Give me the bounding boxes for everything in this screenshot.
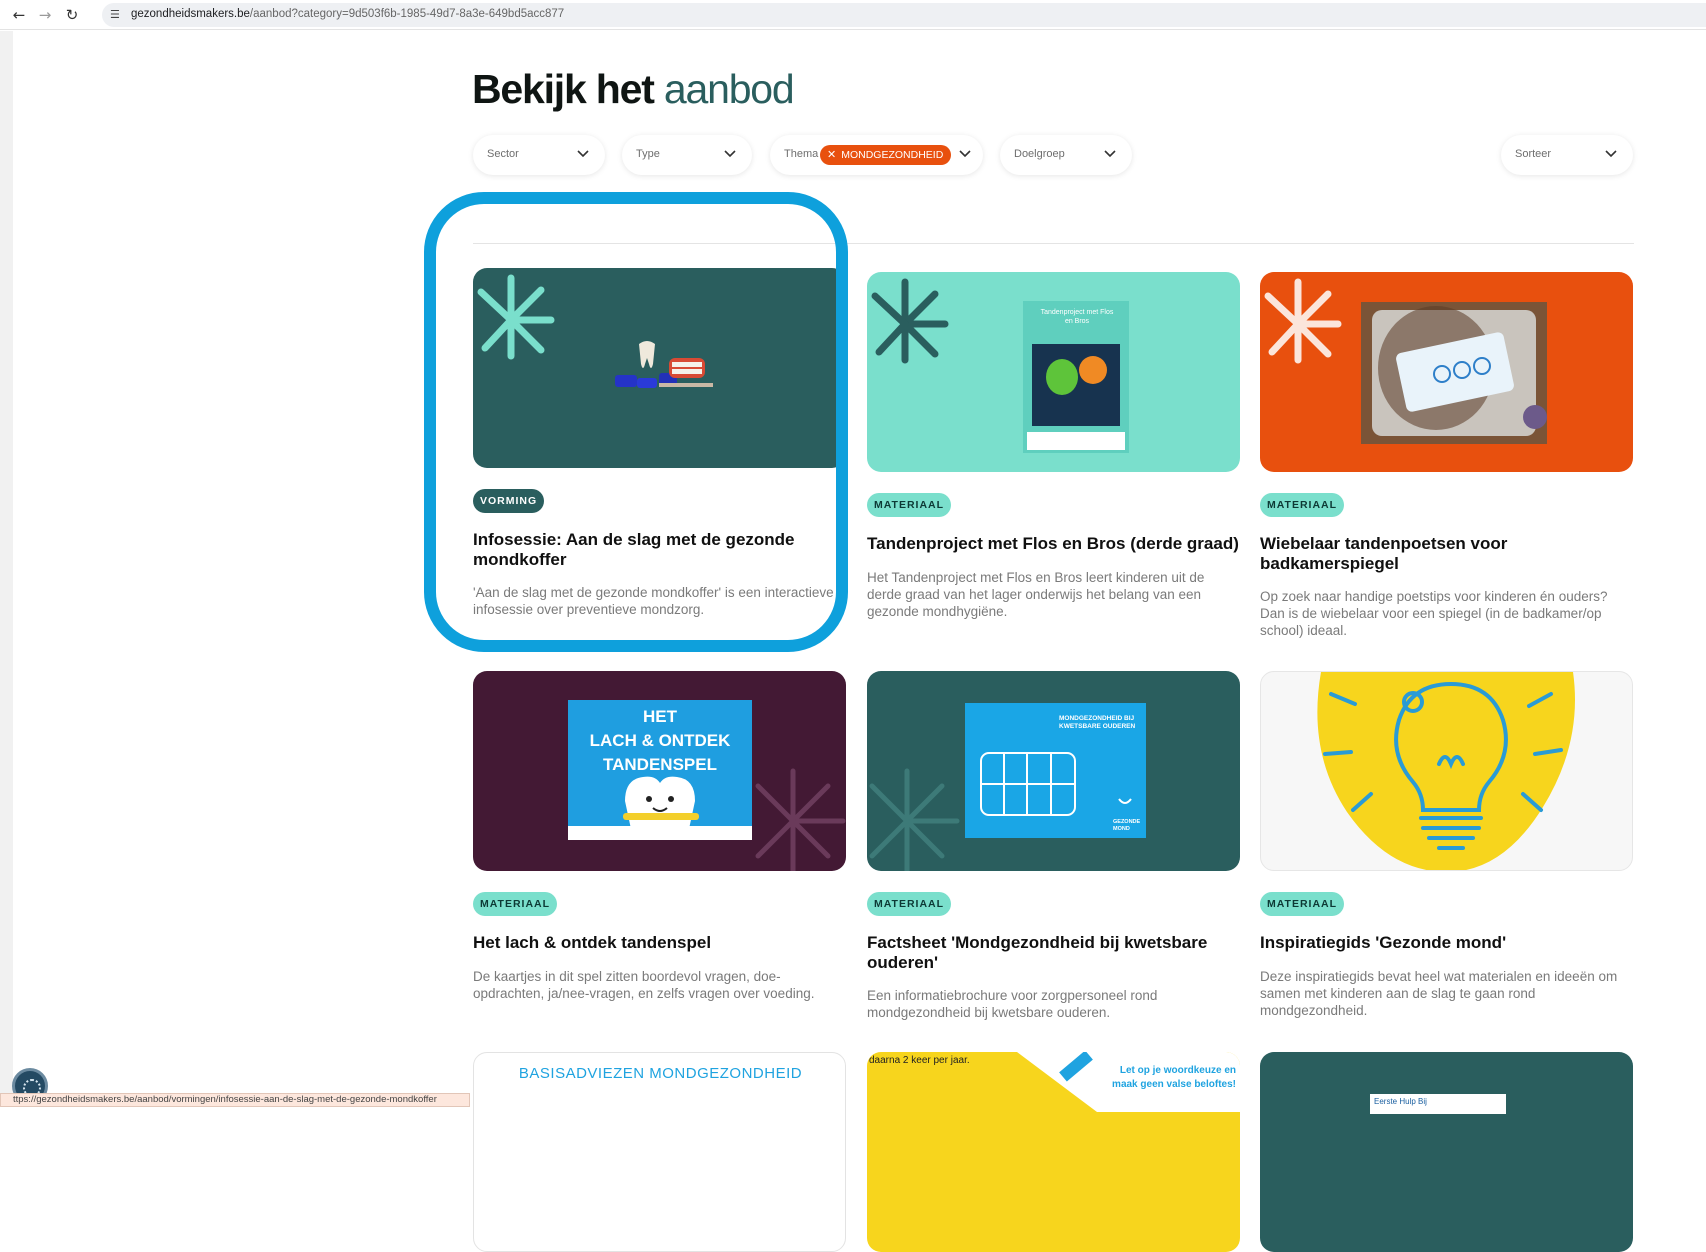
poster-text: Eerste Hulp Bij [1370,1094,1506,1114]
url-host: gezondheidsmakers.be [131,8,250,20]
poster-title: MONDGEZONDHEID BIJ KWETSBARE OUDEREN [1059,715,1136,730]
poster-line: Let op je woordkeuze en [1119,1065,1236,1076]
category-badge: MATERIAAL [867,493,952,517]
chevron-down-icon [959,150,971,158]
forward-arrow-icon[interactable]: → [35,5,55,25]
poster-title: BASISADVIEZEN MONDGEZONDHEID [518,1065,803,1082]
card-image [473,268,846,468]
status-bar-url: ttps://gezondheidsmakers.be/aanbod/vormi… [0,1093,470,1107]
category-badge: MATERIAAL [867,892,952,916]
title-accent: aanbod [663,66,795,112]
poster-text: daarna 2 keer per jaar. [869,1055,970,1066]
left-gutter [0,31,13,1107]
title-main: Bekijk het [472,66,664,112]
poster-line: maak geen valse beloftes! [1112,1079,1236,1090]
chevron-down-icon [1104,150,1116,158]
card-image: HET LACH & ONTDEK TANDENSPEL [473,671,846,871]
filter-sector-label: Sector [487,148,519,160]
card-title[interactable]: Wiebelaar tandenpoetsen voor badkamerspi… [1260,534,1633,574]
chevron-down-icon [724,150,736,158]
poster-text-right: Let op je woordkeuze en maak geen valse … [1112,1064,1236,1092]
card-image: Eerste Hulp Bij [1260,1052,1633,1252]
card-image: daarna 2 keer per jaar. Let op je woordk… [867,1052,1240,1252]
filter-type[interactable]: Type [622,135,752,175]
url-path: /aanbod?category=9d503f6b-1985-49d7-8a3e… [249,8,565,20]
sort-dropdown[interactable]: Sorteer [1501,135,1633,175]
page-title: Bekijk het aanbod [472,66,795,113]
divider [473,243,1634,244]
site-settings-icon[interactable]: ☰ [110,8,120,21]
card-description: Het Tandenproject met Flos en Bros leert… [867,570,1205,619]
card-title[interactable]: Infosessie: Aan de slag met de gezonde m… [473,530,846,570]
card-description: Op zoek naar handige poetstips voor kind… [1260,589,1608,638]
filter-sector[interactable]: Sector [473,135,605,175]
card-image: MONDGEZONDHEID BIJ KWETSBARE OUDEREN GEZ… [867,671,1240,871]
card-title[interactable]: Factsheet 'Mondgezondheid bij kwetsbare … [867,933,1240,973]
mondkoffer-image [477,274,713,388]
card-image [1260,272,1633,472]
card-image: Tandenproject met Flos en Bros [867,272,1240,472]
poster-line: HET [643,707,677,726]
filter-thema-label: Thema [784,148,819,160]
category-badge: MATERIAAL [1260,892,1345,916]
wiebelaar-image [1264,278,1547,444]
lightbulb-image [1317,672,1575,870]
card-description: De kaartjes in dit spel zitten boordevol… [473,969,815,1001]
card-description: 'Aan de slag met de gezonde mondkoffer' … [473,585,834,617]
poster-line: LACH & ONTDEK [589,731,731,750]
flos-bros-image [871,278,1129,453]
category-badge: MATERIAAL [1260,493,1345,517]
poster-line: TANDENSPEL [603,755,717,774]
card-description: Deze inspiratiegids bevat heel wat mater… [1260,969,1618,1018]
sort-label: Sorteer [1515,148,1552,160]
card-description: Een informatiebrochure voor zorgpersonee… [867,988,1158,1020]
filter-thema[interactable]: Thema ✕ MONDGEZONDHEID [770,135,983,175]
card-title[interactable]: Inspiratiegids 'Gezonde mond' [1260,933,1633,953]
address-bar[interactable]: ☰ gezondheidsmakers.be/aanbod?category=9… [102,3,1706,27]
category-badge: VORMING [473,489,545,513]
card-title[interactable]: Tandenproject met Flos en Bros (derde gr… [867,534,1240,554]
back-arrow-icon[interactable]: ← [9,5,29,25]
active-filter-chip[interactable]: ✕ MONDGEZONDHEID [820,145,952,165]
browser-toolbar: ← → ↻ ☰ gezondheidsmakers.be/aanbod?cate… [0,0,1706,30]
card-image: BASISADVIEZEN MONDGEZONDHEID [473,1052,846,1252]
card-title[interactable]: Het lach & ontdek tandenspel [473,933,846,953]
chevron-down-icon [1605,150,1617,158]
card-image [1260,671,1633,871]
poster-text: HET LACH & ONTDEK TANDENSPEL [568,705,752,777]
filter-type-label: Type [636,148,660,160]
poster-logo: GEZONDE MOND [1113,819,1141,832]
poster-title: Tandenproject met Flos en Bros [1040,309,1114,325]
filter-doelgroep-label: Doelgroep [1014,148,1065,160]
reload-icon[interactable]: ↻ [62,5,82,25]
url-text[interactable]: gezondheidsmakers.be/aanbod?category=9d5… [131,8,564,20]
category-badge: MATERIAAL [473,892,558,916]
factsheet-image [869,703,1146,871]
close-icon[interactable]: ✕ [827,145,836,165]
chip-label: MONDGEZONDHEID [841,149,944,161]
filter-doelgroep[interactable]: Doelgroep [1000,135,1132,175]
chevron-down-icon [577,150,589,158]
